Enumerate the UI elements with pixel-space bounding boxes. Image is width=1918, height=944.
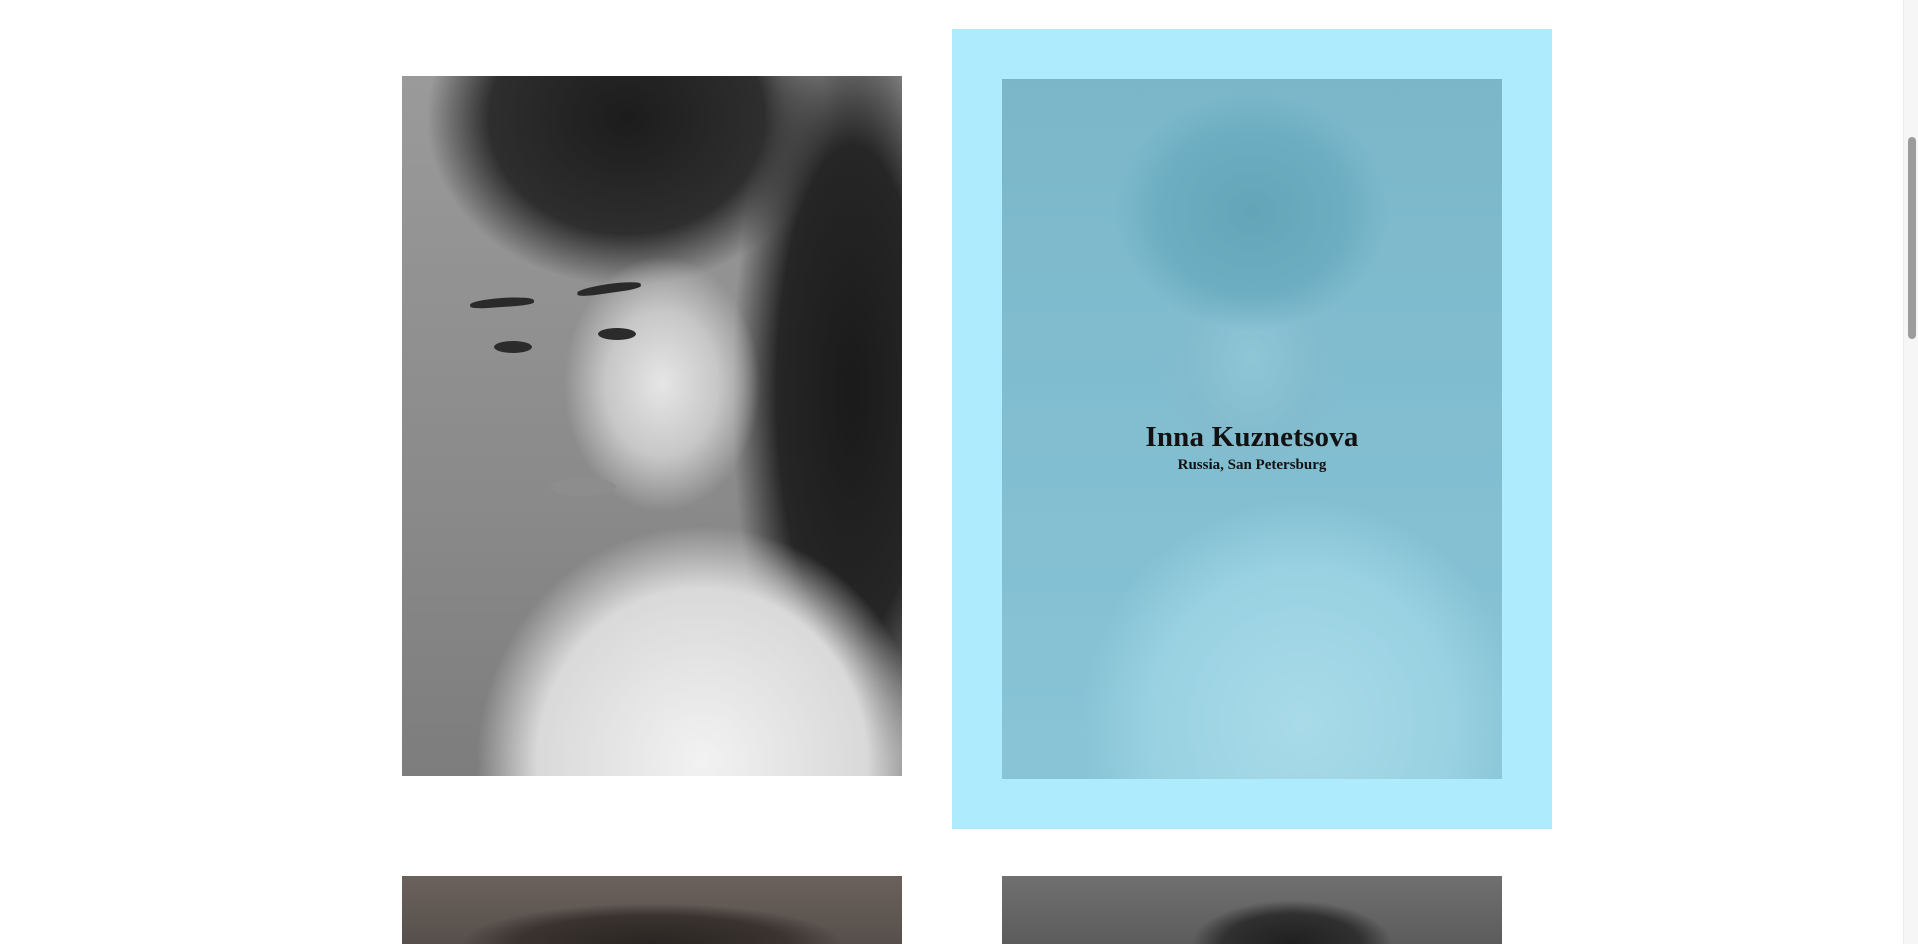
model-photo [402,76,902,776]
vertical-scrollbar[interactable] [1903,0,1918,944]
model-card-1[interactable] [402,76,902,776]
model-caption: Inna Kuznetsova Russia, San Petersburg [1002,421,1502,475]
lips [550,478,616,496]
model-photo-frame: Inna Kuznetsova Russia, San Petersburg [1002,79,1502,779]
eyebrow-right [576,279,642,298]
page: Inna Kuznetsova Russia, San Petersburg [0,0,1918,944]
model-card-3[interactable] [402,876,902,944]
model-location: Russia, San Petersburg [1177,457,1327,473]
model-photo [402,876,902,944]
model-name[interactable]: Inna Kuznetsova [1002,421,1502,453]
eyebrow-left [469,295,535,310]
model-card-4[interactable] [1002,876,1502,944]
eye-right [598,328,636,340]
eye-left [494,341,532,353]
model-card-2[interactable]: Inna Kuznetsova Russia, San Petersburg [952,29,1552,829]
scrollbar-thumb[interactable] [1908,137,1916,339]
model-photo [1002,876,1502,944]
